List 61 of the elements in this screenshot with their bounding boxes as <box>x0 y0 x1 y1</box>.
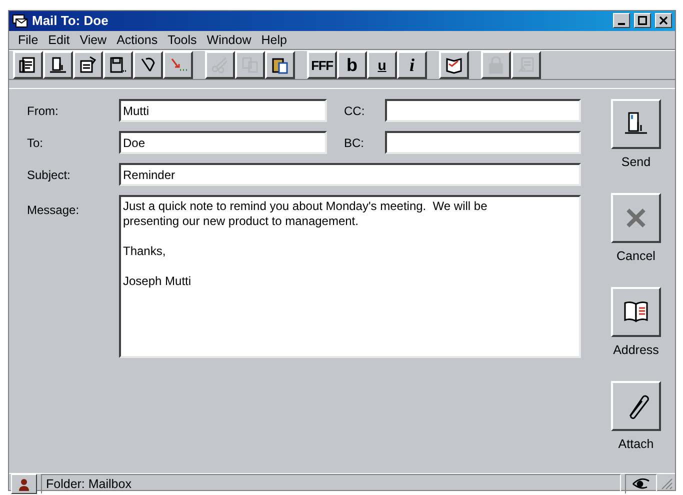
toolbar-button[interactable] <box>43 51 73 80</box>
field-label: Message: <box>27 202 80 220</box>
field-label: CC: <box>343 102 366 120</box>
message-field[interactable]: Just a quick note to remind you about Monday's meeting. We will be presenting our new product to management. Thanks, Joseph Mutti <box>119 195 581 358</box>
mail-icon <box>12 12 28 29</box>
menu-item[interactable]: Window <box>202 30 256 50</box>
toolbar-button[interactable] <box>133 51 163 80</box>
text-field[interactable]: Doe <box>119 131 327 154</box>
field-label: To: <box>27 134 44 152</box>
menu-item[interactable]: Help <box>256 30 292 50</box>
toolbar-button[interactable]: FFF <box>307 51 337 80</box>
action-button[interactable] <box>611 287 661 338</box>
menu-item[interactable]: File <box>13 30 44 50</box>
field-value: Reminder <box>123 166 176 184</box>
menu-item[interactable]: Actions <box>112 30 163 50</box>
cut-icon <box>210 55 230 76</box>
toolbar-button[interactable] <box>73 51 103 80</box>
maximize-button[interactable] <box>634 13 651 28</box>
toolbar-button[interactable] <box>163 51 193 80</box>
menu-item[interactable]: Edit <box>43 30 75 50</box>
text-field[interactable]: Reminder <box>119 163 581 186</box>
toolbar-button[interactable] <box>439 51 469 80</box>
person-icon <box>18 478 30 491</box>
field-value: Doe <box>123 134 146 152</box>
eye-icon <box>631 478 651 490</box>
text-field[interactable] <box>385 131 581 154</box>
close-button[interactable] <box>655 13 672 28</box>
field-label: Subject: <box>27 166 72 184</box>
message-text: Just a quick note to remind you about Monday's meeting. We will be presenting our new product to management. Thanks, Joseph Mutti <box>123 199 488 290</box>
action-button[interactable] <box>611 193 661 244</box>
action-label: Attach <box>618 436 654 454</box>
spell-icon <box>444 55 464 76</box>
action-label: Cancel <box>616 248 656 266</box>
toolbar-button[interactable]: u <box>367 51 397 80</box>
new-doc-icon <box>18 55 38 76</box>
user-button[interactable] <box>11 474 37 494</box>
action-label: Send <box>621 154 651 172</box>
save-icon <box>108 55 128 76</box>
minimize-button[interactable] <box>613 13 630 28</box>
menu-item[interactable]: View <box>74 30 112 50</box>
toolbar-button[interactable] <box>265 51 295 80</box>
toolbar-button[interactable] <box>103 51 133 80</box>
field-label: BC: <box>343 134 366 152</box>
toolbar-button[interactable]: i <box>397 51 427 80</box>
action-button[interactable] <box>611 99 661 150</box>
menu-item[interactable]: Tools <box>162 30 202 50</box>
copy-icon <box>240 55 260 76</box>
field-label: From: <box>27 102 60 120</box>
action-label: Address <box>613 342 659 360</box>
minimize-icon <box>618 22 625 25</box>
field-value: Mutti <box>123 102 150 120</box>
close-icon <box>659 16 668 26</box>
toolbar-button[interactable] <box>13 51 43 80</box>
maximize-icon <box>638 16 647 26</box>
window-title: Mail To: Doe <box>32 12 110 30</box>
text-field[interactable] <box>385 99 581 122</box>
properties-icon <box>78 55 98 76</box>
toolbar-button[interactable]: b <box>337 51 367 80</box>
status-text: Folder: Mailbox <box>46 476 132 493</box>
action-button[interactable] <box>611 381 661 432</box>
text-field[interactable]: Mutti <box>119 99 327 122</box>
